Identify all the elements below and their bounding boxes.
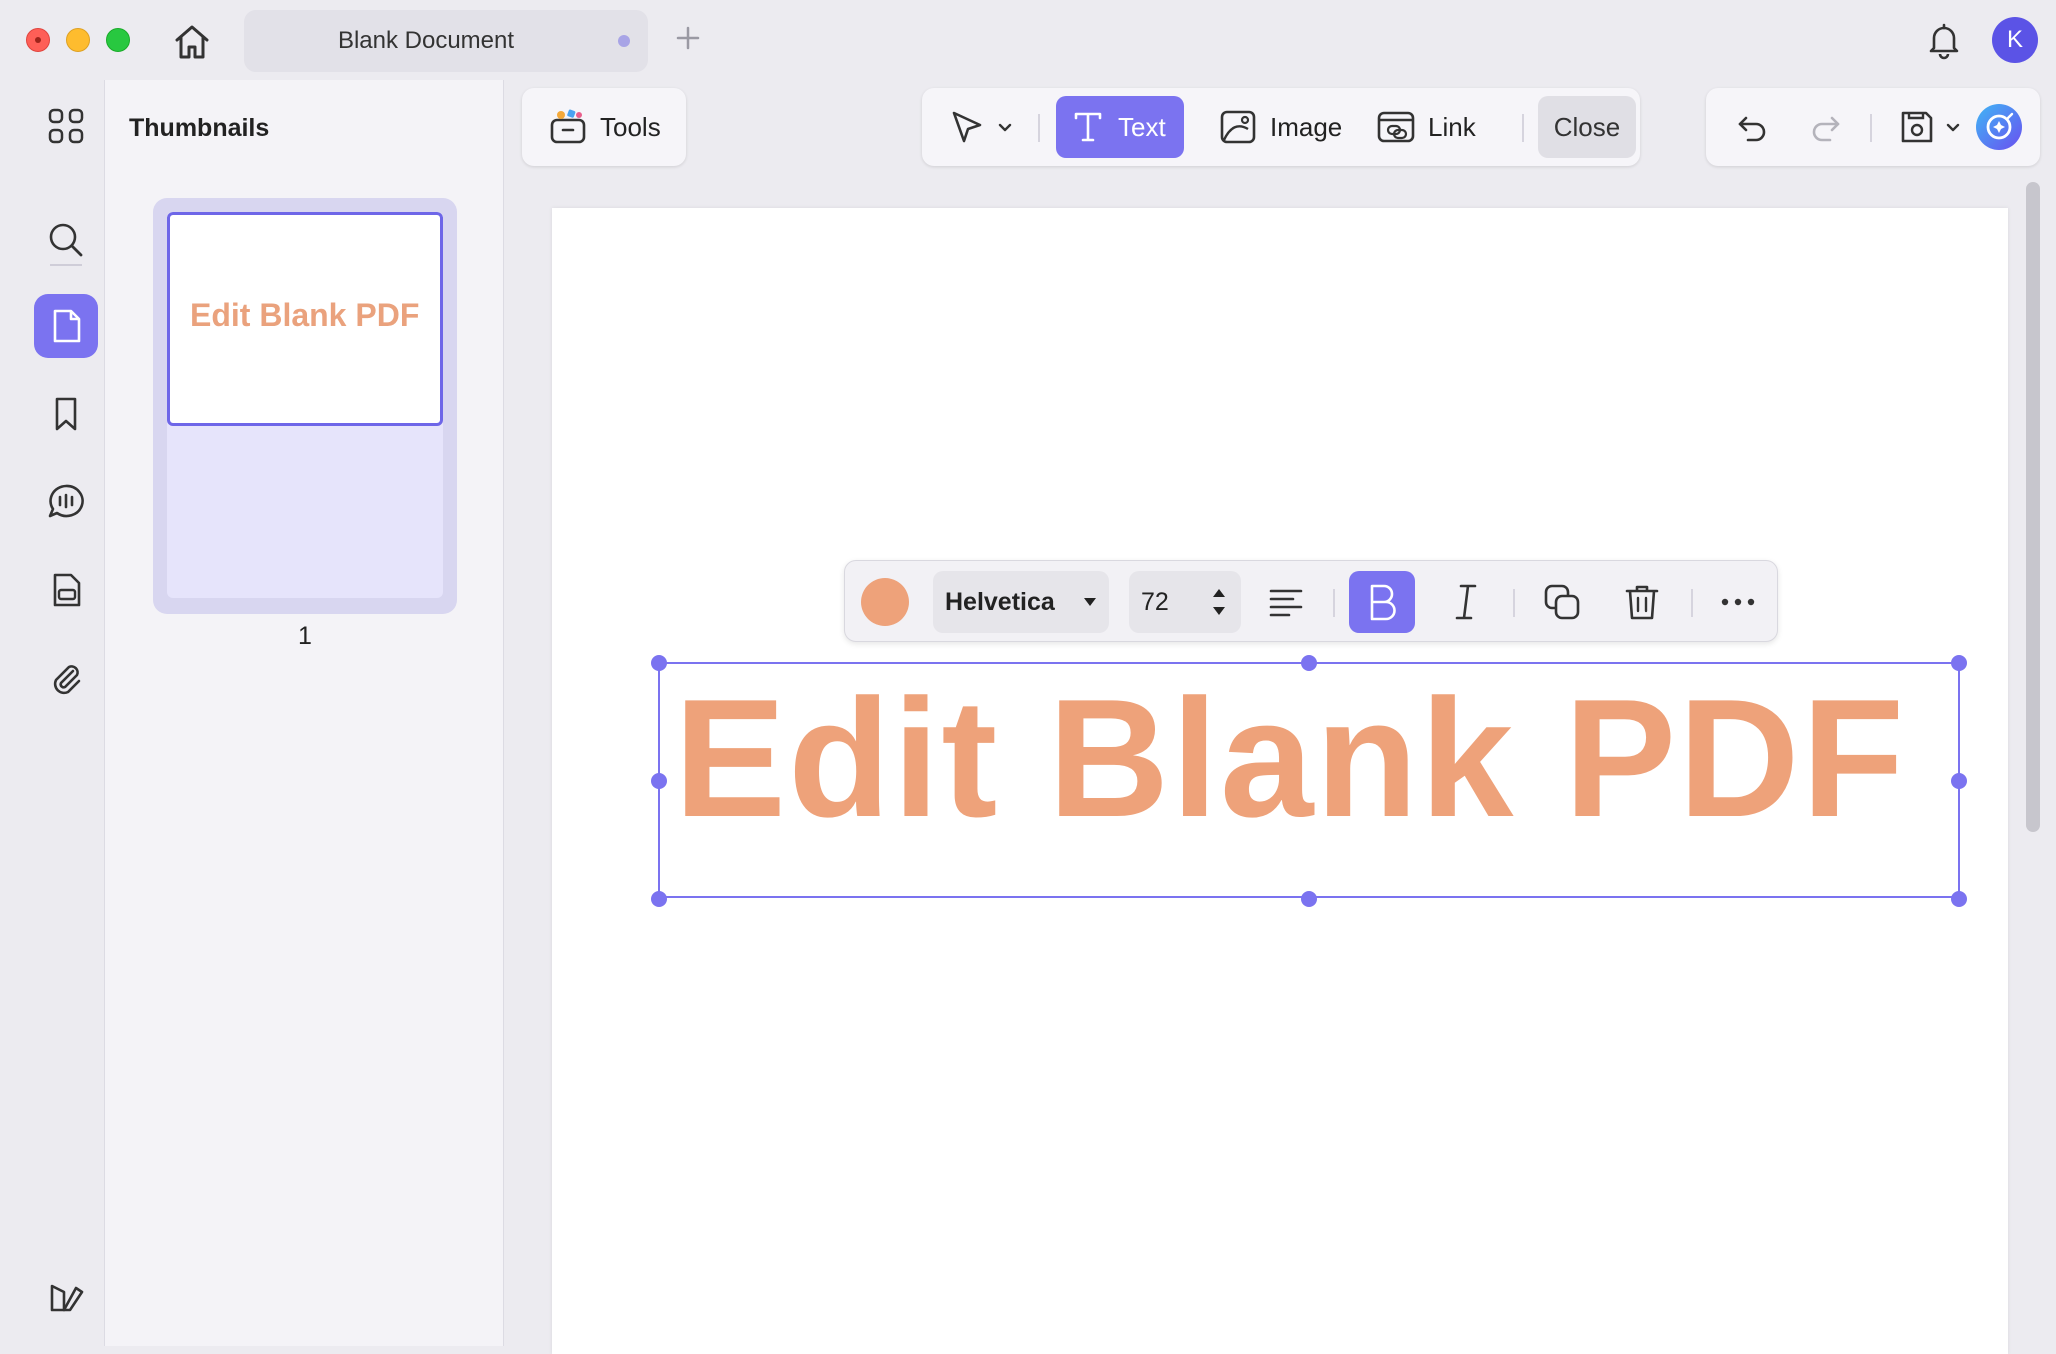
duplicate-icon[interactable] [1531,571,1593,633]
chevron-down-icon [996,118,1014,136]
image-tool-button[interactable]: Image [1204,96,1356,158]
document-tab[interactable]: Blank Document [244,10,648,72]
text-color-swatch[interactable] [861,578,909,626]
main-area: Tools Text Image Link Close Helvetica 72… [514,80,2056,1354]
font-family-value: Helvetica [945,588,1055,616]
resize-handle-top[interactable] [1301,655,1317,671]
selected-text-box[interactable]: Edit Blank PDF [658,662,1960,898]
pdf-editor-logo-icon[interactable] [34,1264,98,1328]
resize-handle-left[interactable] [651,773,667,789]
link-icon [1376,107,1416,147]
document-tab-title: Blank Document [337,27,515,54]
link-tool-label: Link [1428,111,1476,142]
new-tab-plus-icon[interactable] [672,22,704,54]
home-icon[interactable] [168,18,216,66]
save-disk-icon [1898,108,1936,146]
close-edit-button[interactable]: Close [1538,96,1636,158]
minimize-window-button[interactable] [66,28,90,52]
thumbnail-preview-text: Edit Blank PDF [190,297,420,333]
unsaved-indicator [618,35,630,47]
caret-down-icon [1083,596,1097,608]
comments-icon[interactable] [34,470,98,534]
toolbox-icon [548,107,588,147]
zoom-window-button[interactable] [106,28,130,52]
undo-icon [1736,110,1770,144]
format-divider [1333,589,1335,617]
page-thumbnail[interactable]: Edit Blank PDF [153,198,457,614]
toolbar-divider [1522,114,1524,142]
ai-assistant-button[interactable] [1970,96,2028,158]
format-divider [1513,589,1515,617]
select-tool-button[interactable] [932,96,1028,158]
vertical-scrollbar-thumb[interactable] [2026,182,2040,832]
edit-toolbar: Text Image Link Close [922,88,1640,166]
avatar[interactable]: K [1992,17,2038,63]
resize-handle-top-left[interactable] [651,655,667,671]
save-button[interactable] [1884,96,1976,158]
thumbnail-page-number: 1 [298,622,312,650]
title-bar: Blank Document K [0,0,2056,80]
resize-handle-right[interactable] [1951,773,1967,789]
link-tool-button[interactable]: Link [1362,96,1490,158]
resize-handle-bottom-right[interactable] [1951,891,1967,907]
search-icon[interactable] [34,208,98,272]
text-format-toolbar: Helvetica 72 [844,560,1778,642]
resize-handle-bottom-left[interactable] [651,891,667,907]
bookmark-icon[interactable] [34,382,98,446]
undo-button[interactable] [1722,96,1784,158]
text-tool-button[interactable]: Text [1056,96,1184,158]
close-edit-label: Close [1553,111,1621,142]
tools-bar: Tools [522,88,686,166]
left-rail [10,80,104,1346]
text-tool-label: Text [1118,111,1166,142]
form-document-icon[interactable] [34,558,98,622]
italic-icon[interactable] [1435,571,1497,633]
resize-handle-top-right[interactable] [1951,655,1967,671]
tools-label: Tools [600,111,661,142]
close-window-button[interactable] [26,28,50,52]
font-size-value: 72 [1141,588,1169,616]
stepper-arrows-icon[interactable] [1211,585,1227,619]
font-family-select[interactable]: Helvetica [933,571,1109,633]
document-text[interactable]: Edit Blank PDF [674,674,1906,842]
right-toolbar [1706,88,2040,166]
thumbnail-page: Edit Blank PDF [167,212,443,598]
tools-button[interactable]: Tools [534,96,675,158]
format-divider [1691,589,1693,617]
more-options-icon[interactable] [1707,571,1769,633]
resize-handle-bottom[interactable] [1301,891,1317,907]
font-size-stepper[interactable]: 72 [1129,571,1241,633]
ai-assistant-icon [1974,102,2024,152]
bold-icon[interactable] [1349,571,1415,633]
thumbnails-panel: Thumbnails Edit Blank PDF 1 [104,80,504,1346]
align-left-icon[interactable] [1255,571,1317,633]
text-t-icon [1070,109,1106,145]
thumbnails-title: Thumbnails [129,114,270,142]
redo-button[interactable] [1794,96,1856,158]
toolbar-divider [1870,114,1872,142]
image-tool-label: Image [1270,111,1343,142]
redo-icon [1808,110,1842,144]
apps-grid-icon[interactable] [34,94,98,158]
chevron-down-icon [1944,118,1962,136]
pointer-arrow-icon [946,107,986,147]
page-thumbnails-icon[interactable] [34,294,98,358]
notification-bell-icon[interactable] [1924,20,1964,60]
image-icon [1218,107,1258,147]
toolbar-divider [1038,114,1040,142]
attachment-icon[interactable] [34,646,98,710]
thumbnail-page-visible-area: Edit Blank PDF [167,212,443,426]
trash-icon[interactable] [1611,571,1673,633]
